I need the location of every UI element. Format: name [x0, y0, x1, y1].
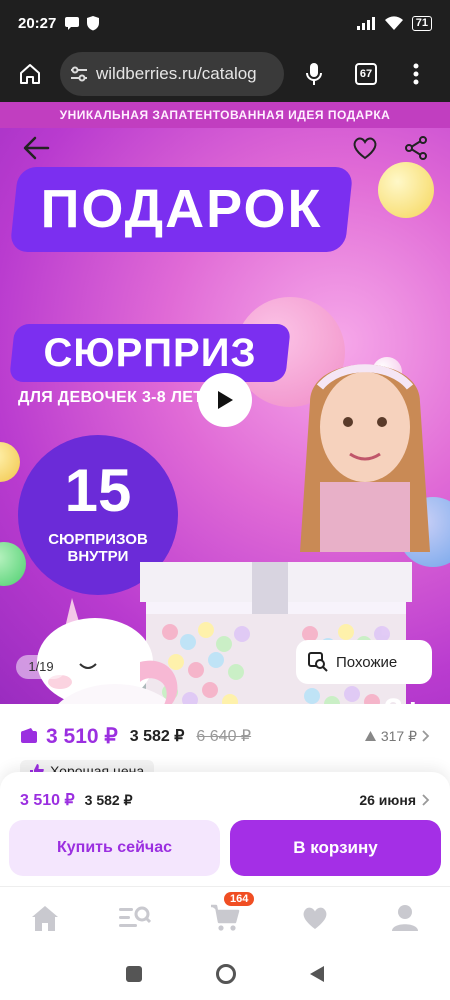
heart-icon[interactable]	[352, 136, 378, 160]
site-settings-icon[interactable]	[70, 66, 88, 82]
price-old: 6 640 ₽	[196, 728, 252, 745]
girl-image	[300, 364, 430, 552]
home-circle-icon[interactable]	[215, 963, 237, 985]
nav-favorites[interactable]	[290, 898, 340, 938]
nav-catalog[interactable]	[110, 898, 160, 938]
hero-title-2-box: СЮРПРИЗ	[8, 324, 292, 382]
price-current: 3 510 ₽	[46, 724, 118, 748]
nav-home[interactable]	[20, 898, 70, 938]
more-vertical-icon	[413, 63, 419, 85]
play-icon	[218, 391, 233, 409]
microphone-icon	[306, 63, 322, 85]
price-history-value: 317 ₽	[380, 727, 417, 744]
buy-panel: 3 510 ₽ 3 582 ₽ 26 июня Купить сейчас В …	[0, 772, 450, 886]
url-text: wildberries.ru/catalog	[96, 64, 257, 83]
back-arrow-icon[interactable]	[22, 134, 50, 162]
tabs-count: 67	[355, 63, 377, 85]
tabs-button[interactable]: 67	[346, 52, 386, 96]
share-icon[interactable]	[404, 136, 428, 160]
profile-icon	[392, 904, 418, 931]
price-wallet: 3 582 ₽	[129, 728, 185, 745]
voice-search-button[interactable]	[294, 52, 334, 96]
hero-title-box: ПОДАРОК	[9, 167, 354, 252]
chevron-right-icon	[422, 794, 430, 806]
price-history-link[interactable]: 317 ₽	[364, 727, 430, 745]
status-bar: 20:27 71	[0, 0, 450, 46]
surprise-count: 15	[64, 457, 132, 524]
hero-banner: УНИКАЛЬНАЯ ЗАПАТЕНТОВАННАЯ ИДЕЯ ПОДАРКА	[0, 102, 450, 128]
add-to-cart-button[interactable]: В корзину	[230, 820, 441, 876]
nav-profile[interactable]	[380, 898, 430, 938]
delivery-date-link[interactable]: 26 июня	[359, 792, 430, 808]
chevron-right-icon	[422, 730, 430, 742]
recent-apps-icon[interactable]	[125, 965, 143, 983]
nav-cart[interactable]: 164	[200, 891, 255, 938]
price-row: 3 510 ₽ 3 582 ₽ 6 640 ₽ 317 ₽	[0, 716, 450, 756]
browser-toolbar: wildberries.ru/catalog 67	[0, 46, 450, 102]
hero-subtitle: ДЛЯ ДЕВОЧЕК 3-8 ЛЕТ	[18, 389, 204, 406]
home-button[interactable]	[10, 52, 50, 96]
battery-indicator: 71	[411, 15, 432, 31]
delivery-date: 26 июня	[359, 792, 416, 808]
image-counter: 1/19	[16, 655, 66, 679]
buy-panel-price-alt: 3 582 ₽	[84, 791, 133, 808]
similar-label: Похожие	[336, 653, 398, 671]
triangle-up-icon	[364, 731, 376, 741]
decor-ball	[378, 162, 434, 218]
heart-icon	[303, 907, 327, 929]
shield-icon	[87, 16, 100, 31]
home-icon	[20, 64, 40, 84]
signal-icon	[356, 17, 375, 30]
cart-icon	[211, 904, 240, 931]
wallet-icon	[21, 728, 37, 743]
gallery-toolbar	[0, 130, 450, 166]
cart-count-badge: 164	[224, 891, 255, 906]
message-icon	[65, 17, 80, 30]
age-badge: 3+	[384, 692, 423, 704]
play-video-button[interactable]	[198, 373, 252, 427]
hero-title: ПОДАРОК	[40, 179, 323, 239]
similar-search-icon	[308, 652, 328, 672]
catalog-search-icon	[119, 906, 151, 927]
buy-now-button[interactable]: Купить сейчас	[9, 820, 220, 876]
address-bar[interactable]: wildberries.ru/catalog	[60, 52, 284, 96]
hero-title-2: СЮРПРИЗ	[43, 331, 257, 375]
wifi-icon	[384, 15, 403, 30]
status-time: 20:27	[18, 14, 57, 32]
browser-menu-button[interactable]	[396, 52, 436, 96]
home-icon	[32, 905, 58, 931]
product-gallery[interactable]: УНИКАЛЬНАЯ ЗАПАТЕНТОВАННАЯ ИДЕЯ ПОДАРКА …	[0, 102, 450, 704]
system-navigation	[0, 948, 450, 1000]
decor-ball	[0, 442, 20, 482]
similar-products-button[interactable]: Похожие	[296, 640, 432, 684]
bottom-navigation: 164	[0, 886, 450, 948]
surprise-text-1: СЮРПРИЗОВ	[48, 531, 148, 548]
back-triangle-icon[interactable]	[309, 965, 325, 983]
unicorn-toy-image	[37, 598, 178, 704]
buy-panel-price: 3 510 ₽	[20, 792, 75, 809]
